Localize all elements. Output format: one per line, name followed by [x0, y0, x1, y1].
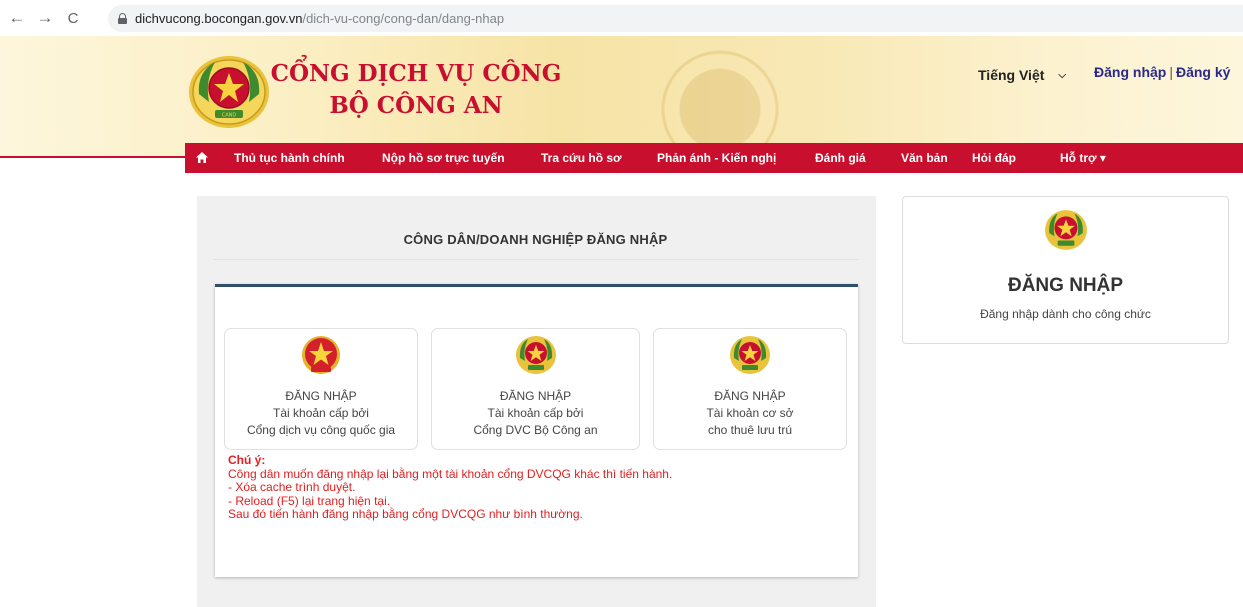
browser-toolbar: ← → C dichvucong.bocongan.gov.vn/dich-vu… [0, 0, 1243, 36]
back-arrow-icon[interactable]: ← [6, 8, 28, 28]
home-icon[interactable] [196, 152, 208, 163]
main-nav: Thủ tục hành chính Nộp hồ sơ trực tuyến … [185, 143, 1243, 173]
notice-heading: Chú ý: [228, 453, 266, 467]
official-login-title: ĐĂNG NHẬP [1007, 275, 1124, 296]
official-login-subtitle: Đăng nhập dành cho công chức [980, 307, 1151, 321]
official-login-panel[interactable]: ĐĂNG NHẬP Đăng nhập dành cho công chức [902, 196, 1229, 344]
login-card-national[interactable]: ĐĂNG NHẬP Tài khoản cấp bởi Cổng dịch vụ… [224, 328, 418, 450]
police-emblem-logo-icon[interactable]: CAND [185, 52, 273, 130]
panel-title: CÔNG DÂN/DOANH NGHIỆP ĐĂNG NHẬP [403, 232, 668, 247]
site-title-line1: CỔNG DỊCH VỤ CÔNG [270, 60, 562, 87]
address-bar[interactable]: dichvucong.bocongan.gov.vn/dich-vu-cong/… [108, 5, 1243, 32]
nav-item-phan-anh[interactable]: Phản ánh - Kiến nghị [657, 151, 776, 165]
url-path: /dich-vu-cong/cong-dan/dang-nhap [302, 11, 505, 26]
national-emblem-icon [302, 336, 340, 374]
url-domain: dichvucong.bocongan.gov.vn [135, 11, 303, 26]
header-red-line [0, 156, 185, 158]
notice-line: Sau đó tiến hành đăng nhập bằng cổng DVC… [228, 507, 583, 521]
chevron-down-icon: ⌵ [1058, 69, 1066, 81]
login-link[interactable]: Đăng nhập [1094, 64, 1166, 80]
forward-arrow-icon[interactable]: → [34, 8, 56, 28]
card-bca-line1: ĐĂNG NHẬP [499, 389, 572, 403]
citizen-login-panel: CÔNG DÂN/DOANH NGHIỆP ĐĂNG NHẬP ĐĂNG NHẬ… [197, 196, 876, 607]
language-value: Tiếng Việt [978, 67, 1045, 83]
lock-icon [118, 13, 127, 24]
notice-block: Chú ý: Công dân muốn đăng nhập lại bằng … [228, 453, 673, 522]
nav-item-nop-ho-so[interactable]: Nộp hồ sơ trực tuyến [382, 151, 505, 165]
notice-line: - Xóa cache trình duyệt. [228, 480, 356, 494]
nav-item-tra-cuu[interactable]: Tra cứu hồ sơ [541, 151, 622, 165]
card-accommodation-line2: Tài khoản cơ sở [706, 406, 794, 420]
login-card-bca[interactable]: ĐĂNG NHẬP Tài khoản cấp bởi Cổng DVC Bộ … [431, 328, 640, 450]
nav-item-hoi-dap[interactable]: Hỏi đáp [972, 151, 1016, 165]
site-header: CAND CỔNG DỊCH VỤ CÔNG BỘ CÔNG AN Tiếng … [0, 36, 1243, 158]
nav-item-van-ban[interactable]: Văn bản [901, 151, 948, 165]
notice-line: - Reload (F5) lại trang hiện tại. [228, 493, 391, 508]
card-accommodation-line1: ĐĂNG NHẬP [714, 389, 786, 403]
nav-item-ho-tro[interactable]: Hỗ trợ ▾ [1060, 151, 1106, 165]
nav-item-danh-gia[interactable]: Đánh giá [815, 151, 866, 165]
police-badge-icon [1045, 210, 1087, 250]
nav-item-thu-tuc[interactable]: Thủ tục hành chính [234, 151, 345, 165]
auth-links: Đăng nhập | Đăng ký [1094, 64, 1230, 80]
login-options-box: ĐĂNG NHẬP Tài khoản cấp bởi Cổng dịch vụ… [215, 284, 858, 577]
site-title[interactable]: CỔNG DỊCH VỤ CÔNG BỘ CÔNG AN [268, 58, 564, 122]
police-badge-icon [730, 336, 770, 374]
svg-text:CAND: CAND [222, 113, 237, 119]
site-title-line2: BỘ CÔNG AN [329, 92, 503, 119]
card-national-line3: Cổng dịch vụ công quốc gia [246, 423, 396, 437]
notice-line: Công dân muốn đăng nhập lại bằng một tài… [228, 466, 673, 481]
login-card-accommodation[interactable]: ĐĂNG NHẬP Tài khoản cơ sở cho thuê lưu t… [653, 328, 847, 450]
card-bca-line2: Tài khoản cấp bởi [487, 406, 584, 420]
card-accommodation-line3: cho thuê lưu trú [707, 423, 793, 437]
language-select[interactable]: Tiếng Việt ⌵ [978, 64, 1086, 86]
panel-divider [213, 259, 858, 260]
reload-icon[interactable]: C [62, 10, 84, 27]
header-drum-pattern [560, 36, 880, 158]
card-bca-line3: Cổng DVC Bộ Công an [473, 423, 598, 437]
register-link[interactable]: Đăng ký [1176, 64, 1230, 80]
police-badge-icon [515, 336, 556, 374]
card-national-line1: ĐĂNG NHẬP [285, 389, 357, 403]
card-national-line2: Tài khoản cấp bởi [273, 406, 369, 420]
auth-separator: | [1169, 64, 1173, 80]
